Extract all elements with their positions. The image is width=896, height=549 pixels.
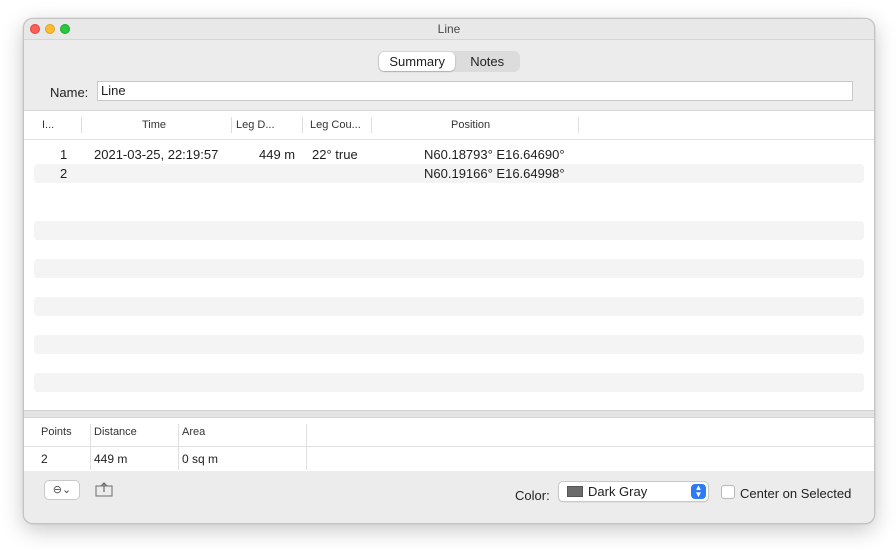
color-popup-button[interactable]: Dark Gray ▲ ▼ — [558, 481, 709, 502]
summary-area-value: 0 sq m — [182, 452, 219, 466]
table-row[interactable]: 1 2021-03-25, 22:19:57 449 m 22° true N6… — [34, 145, 864, 164]
column-separator[interactable] — [231, 117, 232, 133]
column-separator[interactable] — [578, 117, 579, 133]
empty-row — [34, 297, 864, 316]
cell-leg-distance: 449 m — [259, 147, 296, 162]
bottom-toolbar: ⊖⌄ Color: Dark Gray ▲ ▼ Center on Selecte… — [24, 471, 874, 523]
column-separator[interactable] — [81, 117, 82, 133]
table-row[interactable]: 2 N60.19166° E16.64998° — [34, 164, 864, 183]
column-separator[interactable] — [302, 117, 303, 133]
share-icon[interactable] — [95, 482, 113, 497]
summary-points-value: 2 — [41, 452, 48, 466]
points-table-body: 1 2021-03-25, 22:19:57 449 m 22° true N6… — [34, 145, 864, 183]
name-input[interactable]: Line — [97, 81, 853, 101]
color-swatch — [567, 486, 583, 497]
column-separator — [178, 424, 179, 470]
summary-distance-value: 449 m — [94, 452, 128, 466]
column-separator[interactable] — [371, 117, 372, 133]
center-on-selected-checkbox[interactable] — [721, 485, 735, 499]
color-popup-value: Dark Gray — [588, 484, 648, 499]
center-on-selected-label[interactable]: Center on Selected — [740, 486, 851, 501]
cell-position: N60.19166° E16.64998° — [424, 166, 565, 181]
tab-summary[interactable]: Summary — [379, 52, 456, 71]
cell-time: 2021-03-25, 22:19:57 — [94, 147, 219, 162]
tab-control: Summary Notes — [378, 51, 520, 72]
summary-table: Points Distance Area 2 449 m 0 sq m — [24, 418, 874, 471]
empty-row — [34, 335, 864, 354]
column-header-distance[interactable]: Distance — [94, 426, 137, 438]
column-header-area[interactable]: Area — [182, 426, 205, 438]
column-separator — [306, 424, 307, 470]
name-label: Name: — [50, 85, 89, 100]
split-view-divider[interactable] — [24, 410, 874, 418]
column-header-time[interactable]: Time — [142, 119, 166, 131]
cell-index: 2 — [60, 166, 68, 181]
column-header-index[interactable]: I... — [42, 119, 54, 131]
empty-row — [34, 259, 864, 278]
color-label: Color: — [515, 488, 550, 503]
window-title: Line — [437, 22, 461, 36]
empty-row — [34, 373, 864, 392]
column-header-leg-distance[interactable]: Leg D... — [236, 119, 275, 131]
action-menu-button[interactable]: ⊖⌄ — [44, 480, 80, 500]
points-table[interactable]: I... Time Leg D... Leg Cou... Position 1… — [24, 110, 874, 430]
column-header-leg-course[interactable]: Leg Cou... — [310, 119, 361, 131]
cell-leg-course: 22° true — [312, 147, 358, 162]
column-header-points[interactable]: Points — [41, 426, 72, 438]
titlebar[interactable]: Line — [24, 19, 874, 40]
column-separator — [90, 424, 91, 470]
tab-notes[interactable]: Notes — [455, 52, 519, 71]
chevron-up-down-icon: ▲ ▼ — [691, 484, 706, 499]
points-table-header: I... Time Leg D... Leg Cou... Position — [24, 111, 874, 140]
window: Line Summary Notes Name: Line I... Time … — [23, 18, 875, 524]
cell-index: 1 — [60, 147, 68, 162]
column-header-position[interactable]: Position — [451, 119, 490, 131]
empty-row — [34, 221, 864, 240]
summary-table-header: Points Distance Area — [24, 418, 874, 447]
cell-position: N60.18793° E16.64690° — [424, 147, 565, 162]
